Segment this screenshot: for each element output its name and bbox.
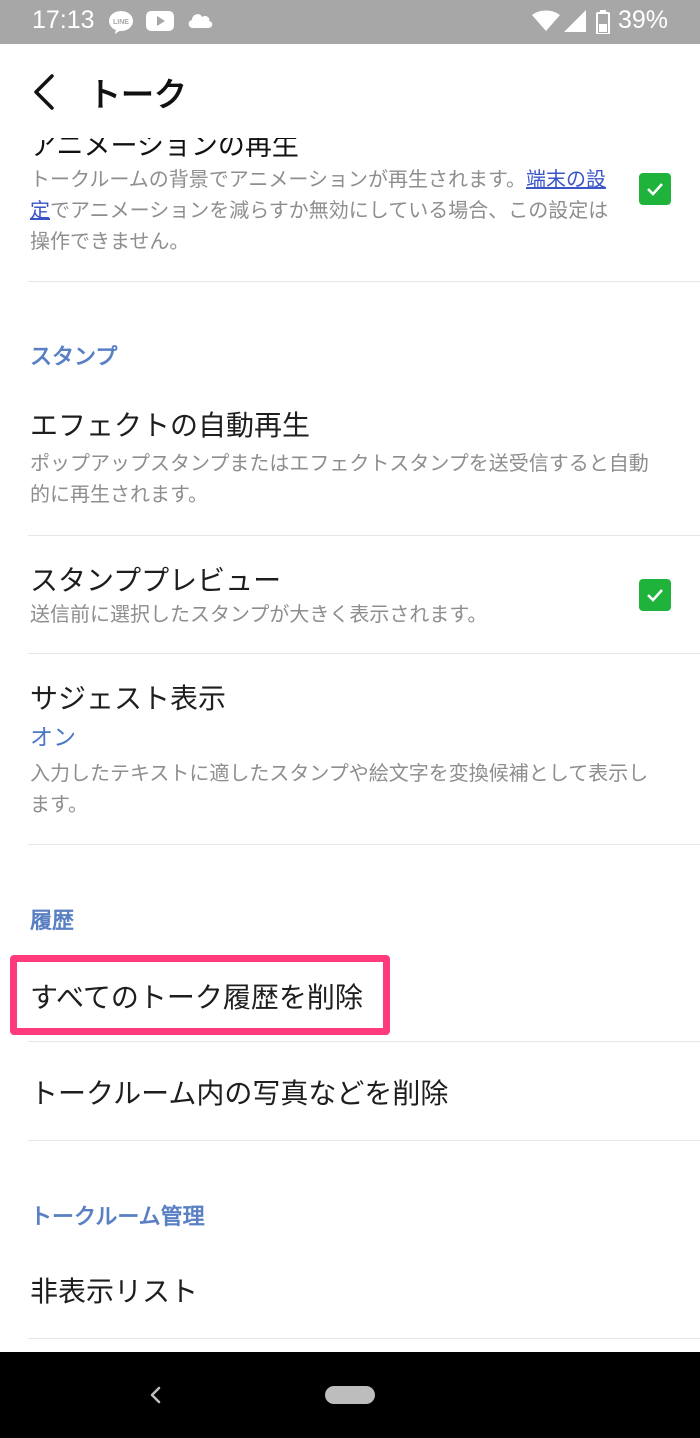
divider [28, 653, 700, 654]
divider [28, 1338, 700, 1339]
section-header-room-management: トークルーム管理 [30, 1205, 205, 1230]
signal-icon [564, 10, 586, 32]
suggest-description: 入力したテキストに適したスタンプや絵文字を変換候補として表示します。 [30, 761, 649, 816]
battery-icon [596, 10, 610, 34]
divider [28, 281, 700, 282]
checkmark-icon [647, 183, 663, 196]
highlight-box [10, 955, 390, 1035]
stamp-preview-checkbox[interactable] [639, 579, 671, 611]
cloud-icon [188, 14, 213, 28]
section-header-history: 履歴 [30, 909, 75, 934]
line-icon: LINE [109, 11, 133, 34]
stamp-preview-title: スタンププレビュー [30, 564, 282, 597]
svg-text:LINE: LINE [113, 19, 129, 26]
settings-list[interactable]: アニメーションの再生 トークルームの背景でアニメーションが再生されます。端末の設… [0, 138, 700, 1352]
youtube-icon [146, 11, 174, 31]
suggest-value: オン [30, 725, 76, 751]
divider [28, 1041, 700, 1042]
navigation-bar [0, 1352, 700, 1438]
chevron-left-icon [34, 74, 54, 110]
back-button[interactable] [22, 64, 74, 120]
page-title: トーク [88, 75, 187, 114]
hidden-list[interactable]: 非表示リスト [30, 1270, 198, 1310]
animation-setting-title: アニメーションの再生 [30, 138, 299, 162]
nav-back-button[interactable] [140, 1380, 170, 1410]
checkmark-icon [647, 589, 663, 602]
wifi-icon [532, 10, 560, 31]
delete-room-media[interactable]: トークルーム内の写真などを削除 [30, 1072, 448, 1112]
animation-setting-description: トークルームの背景でアニメーションが再生されます。端末の設定でアニメーションを減… [30, 167, 609, 253]
nav-back-icon [150, 1386, 161, 1404]
divider [28, 1140, 700, 1141]
app-bar: トーク [0, 44, 700, 138]
battery-percentage: 39% [618, 6, 669, 34]
divider [28, 844, 700, 845]
status-time: 17:13 [32, 6, 95, 34]
effect-autoplay-description: ポップアップスタンプまたはエフェクトスタンプを送受信すると自動的に再生されます。 [30, 451, 649, 506]
section-header-stamp: スタンプ [30, 345, 118, 370]
stamp-preview-description: 送信前に選択したスタンプが大きく表示されます。 [30, 602, 488, 626]
effect-autoplay-title: エフェクトの自動再生 [30, 409, 311, 442]
divider [28, 535, 700, 536]
animation-setting-checkbox[interactable] [639, 173, 671, 205]
suggest-title: サジェスト表示 [30, 682, 227, 715]
nav-home-button[interactable] [325, 1386, 375, 1404]
status-bar: 17:13 LINE 39% [0, 0, 700, 44]
